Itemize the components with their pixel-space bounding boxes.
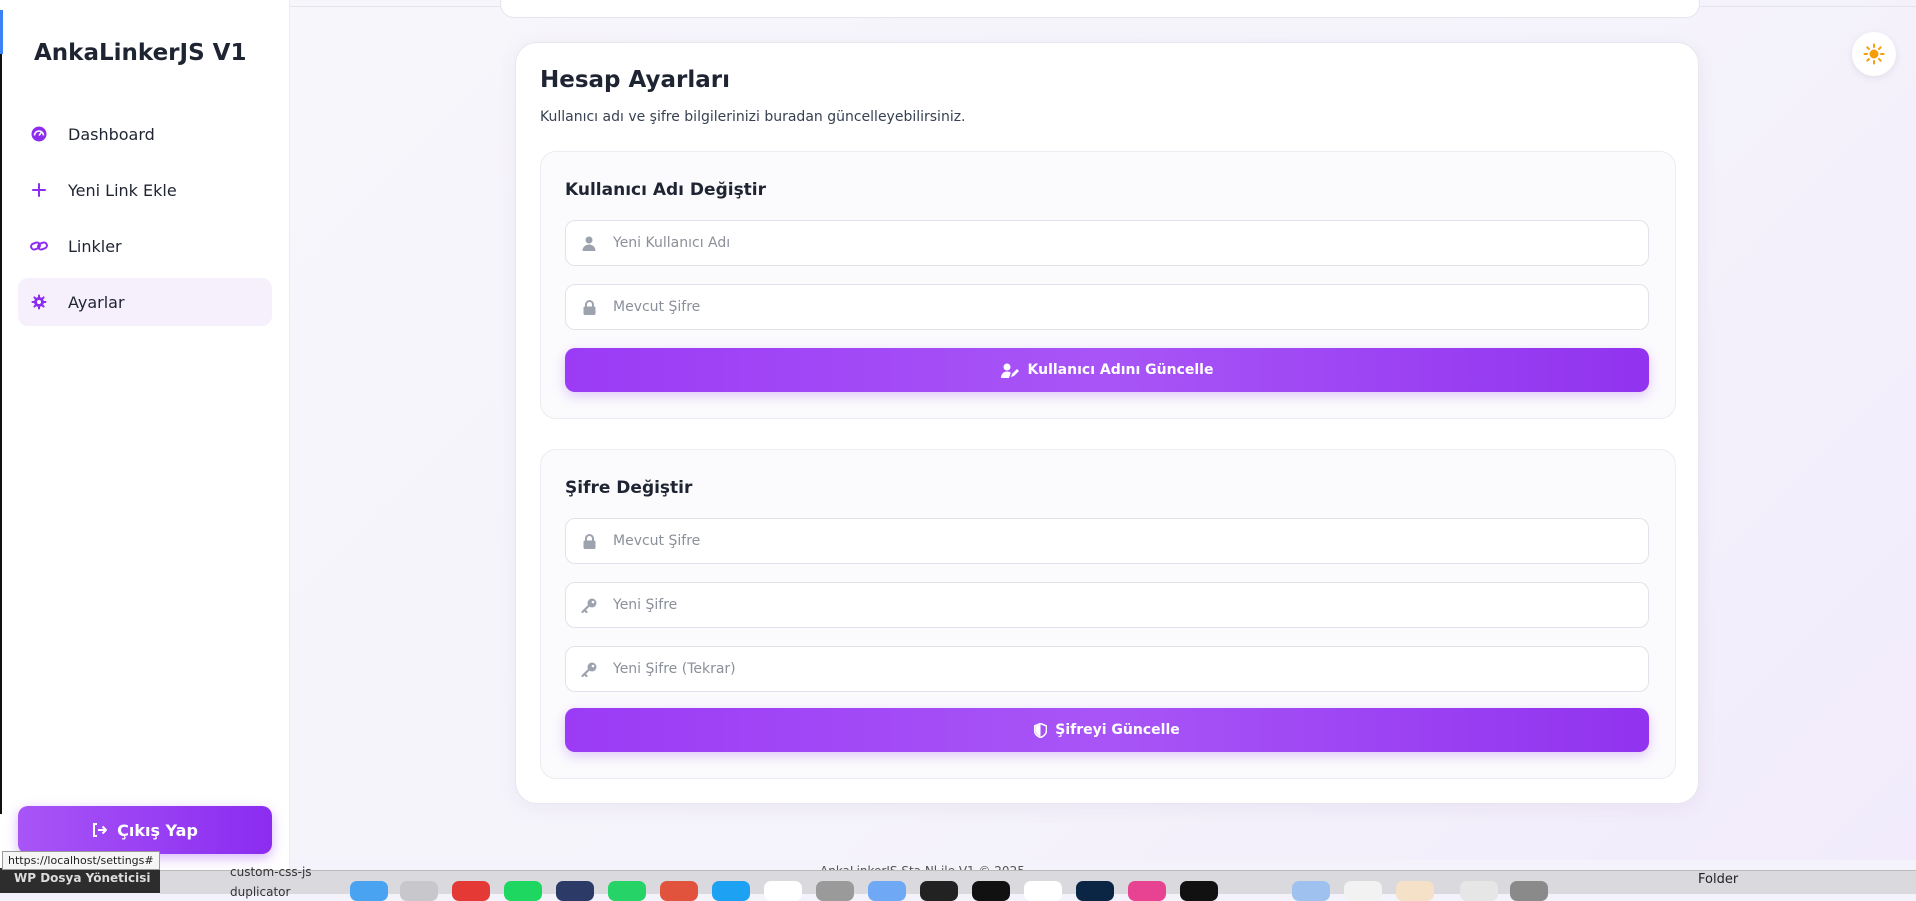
key-icon xyxy=(581,661,597,677)
password-section: Şifre Değiştir Şifreyi Güncelle xyxy=(540,449,1676,779)
app-icon[interactable] xyxy=(1024,881,1062,901)
plus-icon xyxy=(30,181,48,199)
current-password-input-2[interactable] xyxy=(611,532,1615,550)
update-username-label: Kullanıcı Adını Güncelle xyxy=(1027,362,1214,378)
spotify-icon[interactable] xyxy=(504,881,542,901)
folder-icon[interactable] xyxy=(1292,881,1330,901)
app-icon[interactable] xyxy=(920,881,958,901)
app-icon[interactable] xyxy=(556,881,594,901)
status-url-tooltip: https://localhost/settings# xyxy=(2,851,160,870)
update-password-label: Şifreyi Güncelle xyxy=(1055,722,1180,738)
page-title: Hesap Ayarları xyxy=(540,67,730,93)
key-icon xyxy=(581,597,597,613)
logout-label: Çıkış Yap xyxy=(117,820,198,840)
brand-title: AnkaLinkerJS V1 xyxy=(34,40,247,66)
app-icon[interactable] xyxy=(1396,881,1434,901)
new-password-input[interactable] xyxy=(611,596,1615,614)
window-edge-accent xyxy=(0,10,3,54)
sidebar-item-label: Yeni Link Ekle xyxy=(68,180,177,200)
finder-icon[interactable] xyxy=(350,881,388,901)
confirm-password-field[interactable] xyxy=(565,646,1649,692)
user-icon xyxy=(581,235,597,251)
trash-icon[interactable] xyxy=(1510,881,1548,901)
dashboard-icon xyxy=(30,125,48,143)
logout-button[interactable]: Çıkış Yap xyxy=(18,806,272,854)
confirm-password-input[interactable] xyxy=(611,660,1615,678)
window-edge xyxy=(0,54,2,814)
launchpad-icon[interactable] xyxy=(400,881,438,901)
tree-item[interactable]: duplicator xyxy=(230,885,290,899)
terminal-icon[interactable] xyxy=(972,881,1010,901)
new-username-input[interactable] xyxy=(611,234,1615,252)
previous-card xyxy=(500,0,1700,18)
gear-icon xyxy=(30,293,48,311)
sidebar-item-settings[interactable]: Ayarlar xyxy=(18,278,272,326)
username-section: Kullanıcı Adı Değiştir Kullanıcı Adını G… xyxy=(540,151,1676,419)
lock-icon xyxy=(581,299,597,315)
sidebar-item-label: Linkler xyxy=(68,236,122,256)
new-password-field[interactable] xyxy=(565,582,1649,628)
new-username-field[interactable] xyxy=(565,220,1649,266)
app-icon[interactable] xyxy=(712,881,750,901)
sidebar: AnkaLinkerJS V1 Dashboard Yeni Link Ekle… xyxy=(0,0,290,893)
current-password-field[interactable] xyxy=(565,284,1649,330)
update-password-button[interactable]: Şifreyi Güncelle xyxy=(565,708,1649,752)
sidebar-item-new-link[interactable]: Yeni Link Ekle xyxy=(18,166,272,214)
app-icon[interactable] xyxy=(868,881,906,901)
app-icon[interactable] xyxy=(1128,881,1166,901)
os-dock: custom-css-js duplicator xyxy=(160,865,1916,901)
page-subtitle: Kullanıcı adı ve şifre bilgilerinizi bur… xyxy=(540,109,966,125)
theme-toggle-button[interactable] xyxy=(1852,32,1896,76)
folder-label: Folder xyxy=(1698,872,1739,887)
user-edit-icon xyxy=(1000,363,1019,378)
sidebar-item-label: Ayarlar xyxy=(68,292,125,312)
lock-icon xyxy=(581,533,597,549)
sun-icon xyxy=(1863,43,1885,65)
current-password-input[interactable] xyxy=(611,298,1615,316)
link-icon xyxy=(30,237,48,255)
sidebar-item-label: Dashboard xyxy=(68,124,155,144)
password-section-title: Şifre Değiştir xyxy=(565,478,693,498)
username-section-title: Kullanıcı Adı Değiştir xyxy=(565,180,767,200)
app-icon[interactable] xyxy=(1344,881,1382,901)
app-icon[interactable] xyxy=(1460,881,1498,901)
window-label[interactable]: WP Dosya Yöneticisi xyxy=(0,868,160,893)
sidebar-item-dashboard[interactable]: Dashboard xyxy=(18,110,272,158)
app-icon[interactable] xyxy=(660,881,698,901)
settings-app-icon[interactable] xyxy=(816,881,854,901)
account-settings-card: Hesap Ayarları Kullanıcı adı ve şifre bi… xyxy=(515,42,1699,804)
whatsapp-icon[interactable] xyxy=(608,881,646,901)
current-password-field-2[interactable] xyxy=(565,518,1649,564)
app-icon[interactable] xyxy=(764,881,802,901)
shield-icon xyxy=(1034,722,1048,738)
update-username-button[interactable]: Kullanıcı Adını Güncelle xyxy=(565,348,1649,392)
app-icon[interactable] xyxy=(1180,881,1218,901)
photoshop-icon[interactable] xyxy=(1076,881,1114,901)
sidebar-item-links[interactable]: Linkler xyxy=(18,222,272,270)
opera-icon[interactable] xyxy=(452,881,490,901)
tree-item[interactable]: custom-css-js xyxy=(230,865,312,879)
sign-out-icon xyxy=(93,823,108,837)
